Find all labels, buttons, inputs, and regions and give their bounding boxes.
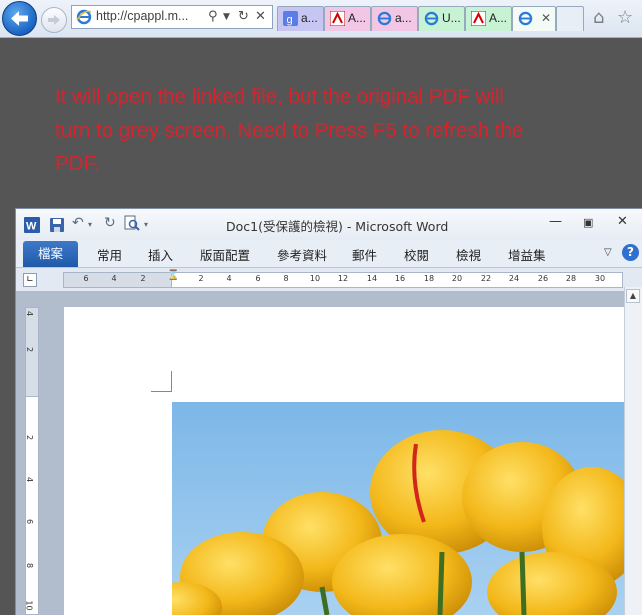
customize-qat-icon[interactable]: ▾ xyxy=(144,220,148,229)
tab-insert[interactable]: 插入 xyxy=(148,245,173,264)
vruler-label: 4 xyxy=(25,476,35,483)
tab-label: a... xyxy=(301,11,318,25)
google-icon: g xyxy=(283,11,298,26)
ruler-label: 4 xyxy=(226,274,232,283)
restore-icon[interactable]: ▣ xyxy=(583,216,593,229)
ie-icon xyxy=(76,9,92,25)
tab-view[interactable]: 檢視 xyxy=(456,245,481,264)
browser-tab-5[interactable]: A... xyxy=(465,6,512,31)
ruler-labels: 6 4 2 ⌛ 2 4 6 8 10 12 14 16 18 20 22 24 … xyxy=(63,270,623,288)
favorites-star-icon[interactable]: ☆ xyxy=(617,7,633,28)
instruction-message: It will open the linked file, but the or… xyxy=(55,85,524,175)
save-icon[interactable] xyxy=(50,218,64,235)
vruler-label: 8 xyxy=(25,562,35,569)
ie-icon xyxy=(518,11,533,26)
tulips-image[interactable] xyxy=(172,402,624,615)
tab-mailings[interactable]: 郵件 xyxy=(352,245,377,264)
ruler-label: 2 xyxy=(140,274,146,283)
undo-icon[interactable]: ↶ xyxy=(72,215,84,231)
ie-icon xyxy=(377,11,392,26)
refresh-icon[interactable]: ↻ xyxy=(238,9,249,24)
vruler-label: 6 xyxy=(25,518,35,525)
tab-home[interactable]: 常用 xyxy=(97,245,122,264)
url-text: http://cpappl.m... xyxy=(96,9,189,23)
expand-ribbon-icon[interactable]: ▽ xyxy=(604,247,612,258)
tab-label: a... xyxy=(395,11,412,25)
ie-icon xyxy=(424,11,439,26)
adobe-pdf-icon xyxy=(330,11,345,26)
browser-tab-1[interactable]: g a... xyxy=(277,6,324,31)
ruler-label: 18 xyxy=(423,274,435,283)
ruler-label: 24 xyxy=(508,274,520,283)
vruler-label: 10 xyxy=(24,600,34,611)
tab-label: A... xyxy=(348,11,367,25)
word-app-icon[interactable]: W xyxy=(24,217,40,233)
redo-icon[interactable]: ↻ xyxy=(104,215,116,231)
browser-tab-active[interactable]: ✕ xyxy=(512,6,556,31)
browser-tab-2[interactable]: A... xyxy=(324,6,371,31)
back-button[interactable] xyxy=(2,1,37,36)
ruler-label: 28 xyxy=(565,274,577,283)
tab-review[interactable]: 校閱 xyxy=(404,245,429,264)
svg-text:W: W xyxy=(26,221,37,233)
undo-dropdown-icon[interactable]: ▾ xyxy=(88,220,92,229)
tab-selector-icon[interactable]: ∟ xyxy=(23,273,37,287)
horizontal-ruler-area: ∟ 6 4 2 ⌛ 2 4 6 8 10 12 14 16 18 20 22 2… xyxy=(16,268,642,291)
forward-button[interactable] xyxy=(41,7,67,33)
word-window: W ↶ ▾ ↻ ▾ Doc1(受保護的檢視) - Microsoft Word … xyxy=(16,209,642,615)
tab-page-layout[interactable]: 版面配置 xyxy=(200,245,250,264)
tab-references[interactable]: 參考資料 xyxy=(277,245,327,264)
tab-addins[interactable]: 增益集 xyxy=(508,245,546,264)
indent-marker-icon[interactable]: ⌛ xyxy=(167,270,179,281)
window-title: Doc1(受保護的檢視) - Microsoft Word xyxy=(226,219,449,234)
print-preview-icon[interactable] xyxy=(124,215,140,234)
word-titlebar: W ↶ ▾ ↻ ▾ Doc1(受保護的檢視) - Microsoft Word … xyxy=(16,209,642,240)
margin-corner-mark xyxy=(151,371,172,392)
ruler-label: 12 xyxy=(337,274,349,283)
browser-toolbar: http://cpappl.m... ⚲ ▼ ↻ ✕ g a... A... a… xyxy=(0,0,642,38)
ruler-label: 16 xyxy=(394,274,406,283)
ruler-label: 8 xyxy=(283,274,289,283)
adobe-pdf-icon xyxy=(471,11,486,26)
minimize-icon[interactable]: — xyxy=(549,214,562,229)
ribbon-tabs: 檔案 常用 插入 版面配置 參考資料 郵件 校閱 檢視 增益集 ▽ ? xyxy=(16,240,642,268)
browser-tab-4[interactable]: U... xyxy=(418,6,465,31)
ruler-label: 22 xyxy=(480,274,492,283)
tab-file[interactable]: 檔案 xyxy=(23,241,78,267)
tab-label: A... xyxy=(489,11,508,25)
close-window-icon[interactable]: ✕ xyxy=(617,214,628,229)
ruler-label: 26 xyxy=(537,274,549,283)
search-icon[interactable]: ⚲ xyxy=(208,9,218,24)
vruler-label: 2 xyxy=(25,346,35,353)
ruler-label: 6 xyxy=(255,274,261,283)
back-arrow-icon xyxy=(11,11,28,26)
forward-arrow-icon xyxy=(48,15,60,25)
tab-label: U... xyxy=(442,11,461,25)
ruler-label: 4 xyxy=(111,274,117,283)
stop-icon[interactable]: ✕ xyxy=(255,9,266,24)
close-tab-icon[interactable]: ✕ xyxy=(541,11,551,25)
ruler-label: 30 xyxy=(594,274,606,283)
address-bar[interactable]: http://cpappl.m... ⚲ ▼ ↻ ✕ xyxy=(71,5,273,29)
ruler-label: 14 xyxy=(366,274,378,283)
vruler-label: 4 xyxy=(25,310,35,317)
help-icon[interactable]: ? xyxy=(622,244,639,261)
browser-tab-3[interactable]: a... xyxy=(371,6,418,31)
new-tab-button[interactable] xyxy=(556,6,584,31)
scroll-up-icon[interactable]: ▲ xyxy=(626,289,640,303)
ruler-label: 10 xyxy=(309,274,321,283)
ruler-label: 2 xyxy=(198,274,204,283)
home-icon[interactable]: ⌂ xyxy=(593,7,604,28)
ruler-label: 6 xyxy=(83,274,89,283)
svg-text:g: g xyxy=(287,14,293,26)
ruler-label: 20 xyxy=(451,274,463,283)
dropdown-icon[interactable]: ▼ xyxy=(223,12,230,22)
vertical-scrollbar[interactable] xyxy=(624,287,642,615)
vruler-label: 2 xyxy=(25,434,35,441)
